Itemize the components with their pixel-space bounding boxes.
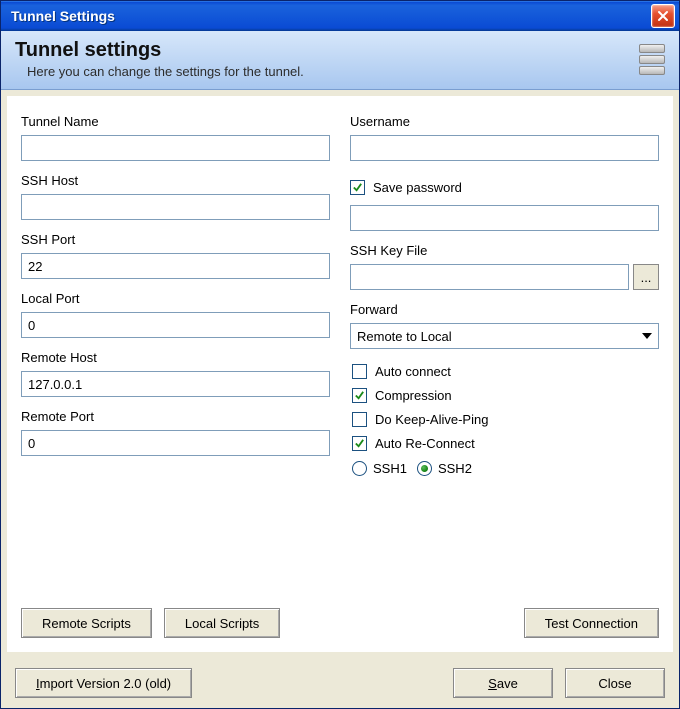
remote-scripts-button[interactable]: Remote Scripts bbox=[21, 608, 152, 638]
ssh-host-label: SSH Host bbox=[21, 173, 330, 188]
tunnel-name-label: Tunnel Name bbox=[21, 114, 330, 129]
tunnel-name-input[interactable] bbox=[21, 135, 330, 161]
ssh-port-input[interactable] bbox=[21, 253, 330, 279]
ellipsis-icon: ... bbox=[641, 270, 652, 285]
window-title: Tunnel Settings bbox=[11, 8, 651, 24]
ssh-key-label: SSH Key File bbox=[350, 243, 659, 258]
auto-reconnect-label: Auto Re-Connect bbox=[375, 436, 475, 451]
forward-value: Remote to Local bbox=[357, 329, 452, 344]
compression-label: Compression bbox=[375, 388, 452, 403]
test-connection-button[interactable]: Test Connection bbox=[524, 608, 659, 638]
close-icon[interactable] bbox=[651, 4, 675, 28]
titlebar: Tunnel Settings bbox=[1, 1, 679, 31]
footer: Import Version 2.0 (old) Save Close bbox=[1, 658, 679, 708]
auto-connect-checkbox[interactable] bbox=[352, 364, 367, 379]
save-button[interactable]: Save bbox=[453, 668, 553, 698]
disk-stack-icon bbox=[639, 43, 665, 75]
ssh-host-input[interactable] bbox=[21, 194, 330, 220]
keep-alive-checkbox[interactable] bbox=[352, 412, 367, 427]
remote-host-input[interactable] bbox=[21, 371, 330, 397]
ssh2-radio[interactable] bbox=[417, 461, 432, 476]
save-password-checkbox[interactable] bbox=[350, 180, 365, 195]
form-body: Tunnel Name SSH Host SSH Port Local Port… bbox=[7, 96, 673, 652]
page-title: Tunnel settings bbox=[15, 39, 639, 62]
ssh1-radio[interactable] bbox=[352, 461, 367, 476]
local-port-input[interactable] bbox=[21, 312, 330, 338]
local-scripts-button[interactable]: Local Scripts bbox=[164, 608, 280, 638]
forward-dropdown[interactable]: Remote to Local bbox=[350, 323, 659, 349]
ssh2-label: SSH2 bbox=[438, 461, 472, 476]
compression-checkbox[interactable] bbox=[352, 388, 367, 403]
password-input[interactable] bbox=[350, 205, 659, 231]
keep-alive-label: Do Keep-Alive-Ping bbox=[375, 412, 488, 427]
page-subtitle: Here you can change the settings for the… bbox=[15, 64, 639, 79]
close-button[interactable]: Close bbox=[565, 668, 665, 698]
ssh1-label: SSH1 bbox=[373, 461, 407, 476]
import-old-button[interactable]: Import Version 2.0 (old) bbox=[15, 668, 192, 698]
ssh-key-input[interactable] bbox=[350, 264, 629, 290]
local-port-label: Local Port bbox=[21, 291, 330, 306]
ssh-port-label: SSH Port bbox=[21, 232, 330, 247]
browse-key-button[interactable]: ... bbox=[633, 264, 659, 290]
remote-port-label: Remote Port bbox=[21, 409, 330, 424]
save-password-label: Save password bbox=[373, 180, 462, 195]
remote-port-input[interactable] bbox=[21, 430, 330, 456]
auto-reconnect-checkbox[interactable] bbox=[352, 436, 367, 451]
chevron-down-icon bbox=[638, 326, 656, 346]
tunnel-settings-window: Tunnel Settings Tunnel settings Here you… bbox=[0, 0, 680, 709]
username-input[interactable] bbox=[350, 135, 659, 161]
username-label: Username bbox=[350, 114, 659, 129]
header-panel: Tunnel settings Here you can change the … bbox=[1, 31, 679, 90]
auto-connect-label: Auto connect bbox=[375, 364, 451, 379]
remote-host-label: Remote Host bbox=[21, 350, 330, 365]
forward-label: Forward bbox=[350, 302, 659, 317]
